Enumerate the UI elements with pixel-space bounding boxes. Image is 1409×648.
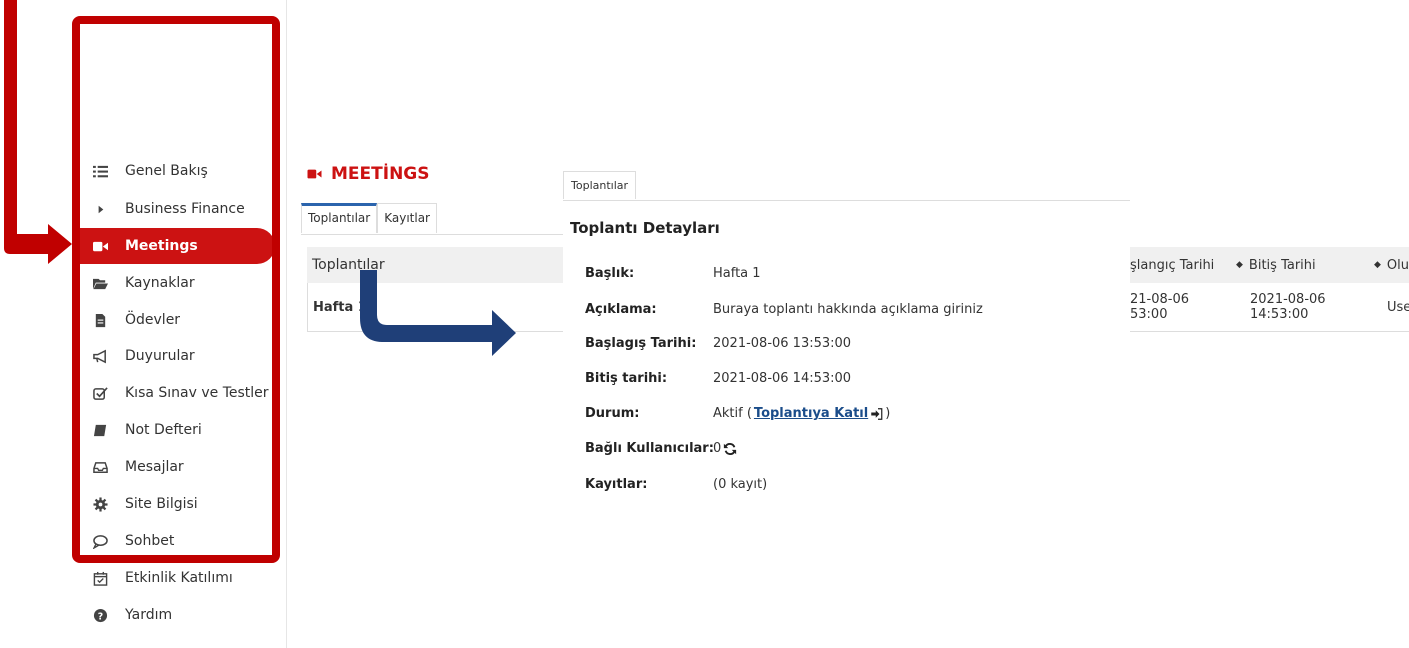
page-title: MEETİNGS [306, 164, 430, 184]
column-end-date[interactable]: ◆ Bitiş Tarihi [1236, 247, 1366, 283]
detail-title-value: Hafta 1 [713, 266, 761, 281]
detail-start-label: Başlagış Tarihi: [585, 336, 697, 351]
users-count: 0 [713, 441, 722, 456]
column-creator[interactable]: ◆ Olu [1374, 247, 1409, 283]
annotation-blue-arrow [360, 270, 516, 356]
detail-desc-value: Buraya toplantı hakkında açıklama girini… [713, 302, 983, 317]
svg-text:?: ? [97, 611, 102, 622]
table-row: 21-08-06 53:00 2021-08-06 14:53:00 Use [1130, 283, 1409, 332]
sort-icon: ◆ [1374, 260, 1381, 270]
detail-users-label: Bağlı Kullanıcılar: [585, 441, 714, 456]
tab-toplantilar-popup[interactable]: Toplantılar [563, 171, 637, 199]
tab-toplantilar[interactable]: Toplantılar [301, 203, 378, 233]
status-text: ) [885, 406, 891, 421]
table-header-right: şlangıç Tarihi ◆ Bitiş Tarihi ◆ Olu [1130, 247, 1409, 283]
video-camera-icon [307, 169, 322, 179]
refresh-icon[interactable] [723, 442, 737, 456]
tab-kayitlar[interactable]: Kayıtlar [377, 203, 437, 233]
detail-records-label: Kayıtlar: [585, 477, 648, 492]
cell-text: 21-08-06 [1130, 292, 1190, 307]
column-start-date[interactable]: şlangıç Tarihi [1130, 247, 1240, 283]
sign-in-icon[interactable] [870, 407, 883, 420]
sidebar-item-label: Etkinlik Katılımı [125, 570, 233, 586]
detail-title-label: Başlık: [585, 266, 635, 281]
cell-text: 14:53:00 [1250, 307, 1309, 322]
detail-start-value: 2021-08-06 13:53:00 [713, 336, 852, 351]
details-title: Toplantı Detayları [570, 219, 720, 237]
main-tabs: Toplantılar Kayıtlar [301, 203, 437, 233]
join-meeting-link[interactable]: Toplantıya Katıl [754, 406, 868, 421]
detail-desc-label: Açıklama: [585, 302, 657, 317]
detail-status-label: Durum: [585, 406, 640, 421]
question-icon: ? [88, 608, 112, 623]
annotation-highlight-box [72, 16, 280, 563]
sort-icon: ◆ [1236, 260, 1243, 270]
end-date-cell: 2021-08-06 14:53:00 [1250, 283, 1360, 331]
status-text: Aktif ( [713, 406, 752, 421]
detail-end-label: Bitiş tarihi: [585, 371, 668, 386]
creator-cell: Use [1387, 283, 1409, 331]
cell-text: 53:00 [1130, 307, 1168, 322]
cell-text: 2021-08-06 [1250, 292, 1326, 307]
annotation-red-arrow [4, 0, 72, 264]
detail-status-value: Aktif ( Toplantıya Katıl ) [713, 406, 890, 421]
detail-end-value: 2021-08-06 14:53:00 [713, 371, 852, 386]
calendar-check-icon [88, 571, 112, 586]
sidebar-item-yardim[interactable]: ? Yardım [78, 597, 274, 633]
popup-tabs-divider [563, 200, 1130, 201]
sidebar-item-etkinlik-katilimi[interactable]: Etkinlik Katılımı [78, 560, 274, 596]
column-label: Bitiş Tarihi [1248, 257, 1316, 273]
detail-records-value: (0 kayıt) [713, 477, 768, 492]
sidebar-item-label: Yardım [125, 607, 173, 623]
tabs-divider [301, 234, 563, 235]
cell-text: Use [1387, 299, 1409, 315]
detail-users-value: 0 [713, 441, 737, 456]
column-label: Olu [1386, 257, 1409, 273]
start-date-cell: 21-08-06 53:00 [1130, 283, 1230, 331]
column-label: şlangıç Tarihi [1130, 257, 1215, 273]
page-title-text: MEETİNGS [331, 164, 430, 184]
